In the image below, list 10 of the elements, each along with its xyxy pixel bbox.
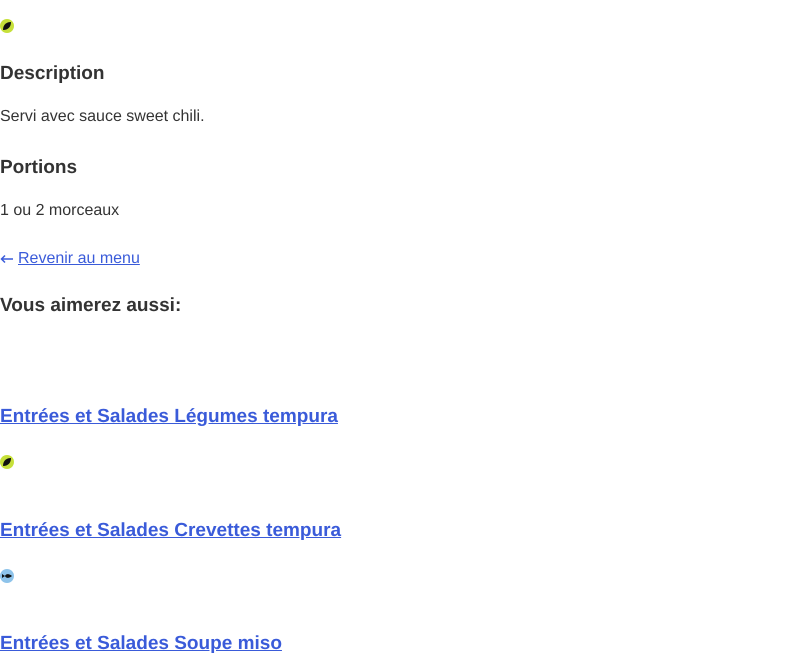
section-heading: Portions xyxy=(0,156,78,180)
back-link[interactable]: Revenir au menu xyxy=(0,249,140,269)
related-item-link[interactable]: Entrées et Salades Soupe miso xyxy=(0,632,282,656)
section-text: Servi avec sauce sweet chili. xyxy=(0,107,206,127)
related-item-link[interactable]: Entrées et Salades Crevettes tempura xyxy=(0,518,342,542)
related-heading: Vous aimerez aussi: xyxy=(0,294,182,318)
arrow-left-icon xyxy=(0,254,14,264)
section-text: 1 ou 2 morceaux xyxy=(0,201,120,221)
related-item-link[interactable]: Entrées et Salades Légumes tempura xyxy=(0,405,338,429)
section-heading: Description xyxy=(0,62,106,86)
